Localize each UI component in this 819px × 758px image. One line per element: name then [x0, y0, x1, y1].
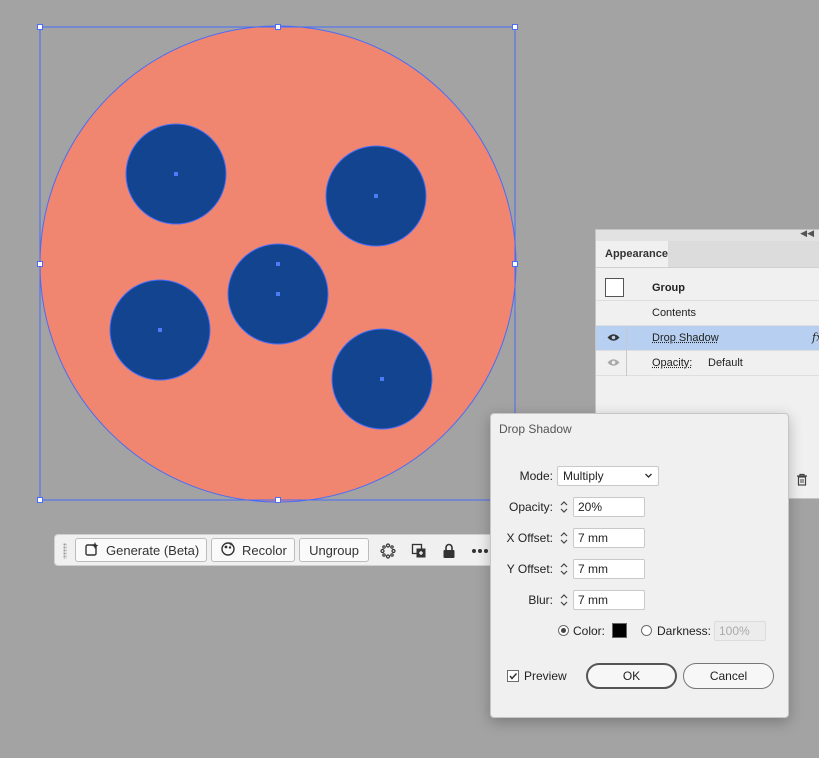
tab-appearance[interactable]: Appearance: [596, 241, 668, 267]
appearance-row-contents[interactable]: Contents: [596, 301, 819, 326]
blur-label: Blur:: [528, 593, 553, 607]
blur-stepper[interactable]: [557, 590, 571, 610]
fx-icon[interactable]: fx: [812, 331, 819, 344]
appearance-row-group[interactable]: Group: [596, 276, 819, 301]
row-divider: [626, 351, 627, 376]
trash-icon[interactable]: [796, 473, 808, 489]
ok-button[interactable]: OK: [586, 663, 677, 689]
ungroup-button[interactable]: Ungroup: [299, 538, 369, 562]
more-icon[interactable]: [471, 542, 489, 560]
recolor-button[interactable]: Recolor: [211, 538, 295, 562]
color-radio[interactable]: [558, 625, 569, 636]
lock-icon[interactable]: [440, 542, 458, 560]
y-offset-input[interactable]: 7 mm: [573, 559, 645, 579]
recolor-label: Recolor: [242, 542, 287, 558]
mode-select[interactable]: Multiply: [557, 466, 659, 486]
panel-header-strip: ◀◀: [596, 228, 819, 241]
generate-label: Generate (Beta): [106, 542, 200, 558]
collapse-icon[interactable]: ◀◀: [800, 228, 814, 239]
eye-icon[interactable]: [607, 333, 620, 345]
group-label: Group: [652, 282, 685, 294]
recolor-icon: [220, 541, 236, 560]
contextual-task-bar: Generate (Beta) Recolor Ungroup: [54, 534, 494, 566]
eye-icon[interactable]: [607, 358, 620, 370]
cancel-label: Cancel: [709, 669, 748, 683]
chevron-down-icon: [644, 469, 653, 483]
opacity-input[interactable]: 20%: [573, 497, 645, 517]
panel-tab-bar: Appearance: [596, 241, 819, 268]
x-offset-stepper[interactable]: [557, 528, 571, 548]
appearance-row-opacity[interactable]: Opacity: Default: [596, 351, 819, 376]
sparkle-generate-icon: [84, 541, 100, 560]
darkness-input[interactable]: 100%: [714, 621, 766, 641]
contents-label: Contents: [652, 307, 697, 319]
color-label: Color:: [573, 624, 606, 638]
y-offset-label: Y Offset:: [506, 562, 553, 576]
opacity-row-label[interactable]: Opacity:: [652, 357, 692, 369]
row-divider: [626, 326, 627, 351]
opacity-label: Opacity:: [508, 500, 553, 514]
tab-appearance-label: Appearance: [605, 248, 668, 260]
group-thumbnail: [605, 278, 624, 297]
generate-button[interactable]: Generate (Beta): [75, 538, 207, 562]
transform-icon[interactable]: [379, 542, 397, 560]
ungroup-label: Ungroup: [309, 542, 359, 558]
opacity-stepper[interactable]: [557, 497, 571, 517]
preview-checkbox[interactable]: [507, 670, 519, 682]
mode-value: Multiply: [563, 469, 604, 483]
y-offset-stepper[interactable]: [557, 559, 571, 579]
dialog-title: Drop Shadow: [499, 422, 572, 436]
blur-input[interactable]: 7 mm: [573, 590, 645, 610]
darkness-label: Darkness:: [657, 624, 712, 638]
grip-handle[interactable]: [63, 543, 67, 559]
opacity-row-value: Default: [708, 357, 743, 369]
ok-label: OK: [622, 669, 641, 683]
appearance-row-drop-shadow[interactable]: Drop Shadow fx: [596, 326, 819, 351]
duplicate-icon[interactable]: [410, 542, 428, 560]
drop-shadow-dialog: Drop Shadow Mode: Multiply Opacity: 20% …: [490, 413, 789, 718]
shadow-color-swatch[interactable]: [612, 623, 627, 638]
preview-label: Preview: [524, 669, 567, 683]
x-offset-label: X Offset:: [506, 531, 553, 545]
drop-shadow-label[interactable]: Drop Shadow: [652, 332, 719, 344]
cancel-button[interactable]: Cancel: [683, 663, 774, 689]
darkness-radio[interactable]: [641, 625, 652, 636]
x-offset-input[interactable]: 7 mm: [573, 528, 645, 548]
mode-label: Mode:: [519, 469, 553, 483]
